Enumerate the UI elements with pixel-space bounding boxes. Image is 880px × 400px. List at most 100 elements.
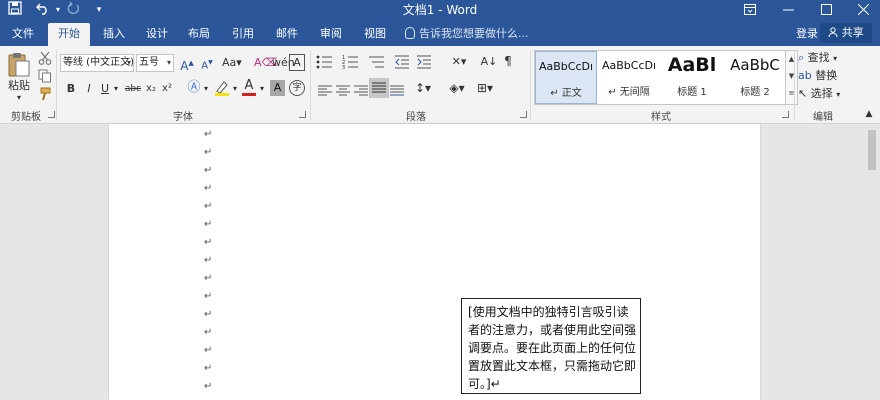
change-case-icon[interactable]: Aa▾ bbox=[222, 55, 242, 71]
style-normal[interactable]: AaBbCcDı ↵ 正文 bbox=[535, 51, 597, 104]
distributed-icon[interactable] bbox=[390, 82, 404, 101]
subscript-button[interactable]: x₂ bbox=[144, 81, 158, 97]
title-bar: ▾ ▾ 文档1 - Word bbox=[0, 0, 880, 20]
tab-design[interactable]: 设计 bbox=[136, 23, 178, 46]
close-icon[interactable] bbox=[848, 0, 878, 20]
tab-references[interactable]: 引用 bbox=[222, 23, 264, 46]
collapse-ribbon-icon[interactable]: ▲ bbox=[862, 106, 876, 122]
style-no-spacing[interactable]: AaBbCcDı ↵ 无间隔 bbox=[598, 51, 660, 104]
line-spacing-icon[interactable]: ↕▾ bbox=[412, 80, 434, 96]
increase-indent-icon[interactable] bbox=[416, 54, 432, 73]
style-heading-2[interactable]: AaBbC 标题 2 bbox=[724, 51, 786, 104]
more-styles-icon[interactable]: ≡ bbox=[786, 85, 797, 102]
italic-button[interactable]: I bbox=[82, 81, 96, 97]
ribbon-display-options-icon[interactable] bbox=[735, 0, 765, 20]
text-effects-dropdown-icon[interactable]: ▾ bbox=[202, 81, 210, 97]
tell-me-placeholder: 告诉我您想要做什么... bbox=[419, 27, 529, 40]
pull-quote-textbox[interactable]: [使用文档中的独特引言吸引读者的注意力，或者使用此空间强调要点。要在此页面上的任… bbox=[461, 298, 641, 394]
style-sample: AaBbCcDı bbox=[538, 60, 594, 73]
tab-home[interactable]: 开始 bbox=[48, 23, 90, 46]
chevron-down-icon: ▾ bbox=[833, 54, 838, 63]
strikethrough-button[interactable]: abc bbox=[124, 81, 142, 97]
style-sample: AaBbCcDı bbox=[601, 59, 657, 72]
style-heading-1[interactable]: AaBl 标题 1 bbox=[661, 51, 723, 104]
select-button[interactable]: ↖ 选择 ▾ bbox=[798, 86, 858, 103]
align-right-icon[interactable] bbox=[354, 82, 368, 101]
clear-formatting-icon[interactable]: A⌫ bbox=[254, 55, 277, 71]
paragraph-mark: ↵ bbox=[204, 255, 213, 266]
paste-dropdown-icon[interactable]: ▾ bbox=[12, 90, 26, 106]
enclose-characters-icon[interactable]: 字 bbox=[289, 80, 305, 96]
vertical-scrollbar[interactable] bbox=[864, 124, 880, 400]
paragraph-mark: ↵ bbox=[204, 219, 213, 230]
tab-review[interactable]: 审阅 bbox=[310, 23, 352, 46]
multilevel-list-icon[interactable] bbox=[368, 54, 386, 73]
cut-icon[interactable] bbox=[38, 50, 52, 69]
paragraph-group-label: 段落 bbox=[406, 112, 426, 123]
justify-icon[interactable] bbox=[369, 78, 389, 98]
copy-icon[interactable] bbox=[38, 68, 52, 87]
share-button[interactable]: 共享 bbox=[820, 23, 872, 43]
paragraph-dialog-launcher-icon[interactable] bbox=[520, 111, 527, 118]
group-divider bbox=[530, 50, 531, 120]
format-painter-icon[interactable] bbox=[38, 86, 52, 105]
minimize-icon[interactable] bbox=[773, 0, 803, 20]
paragraph-mark: ↵ bbox=[204, 201, 213, 212]
tab-file[interactable]: 文件 bbox=[0, 23, 46, 46]
styles-dialog-launcher-icon[interactable] bbox=[782, 111, 789, 118]
paragraph-mark: ↵ bbox=[204, 291, 213, 302]
paragraph-mark: ↵ bbox=[204, 273, 213, 284]
highlighter-icon[interactable] bbox=[214, 80, 230, 100]
pinyin-guide-icon[interactable]: wén bbox=[272, 55, 295, 71]
group-divider bbox=[794, 50, 795, 120]
font-color-icon[interactable]: A bbox=[242, 78, 256, 96]
underline-button[interactable]: U bbox=[98, 81, 112, 97]
tell-me-box[interactable]: 告诉我您想要做什么... bbox=[405, 23, 529, 45]
tab-mailings[interactable]: 邮件 bbox=[266, 23, 308, 46]
tab-view[interactable]: 视图 bbox=[354, 23, 396, 46]
align-center-icon[interactable] bbox=[336, 82, 350, 101]
editing-group-label: 编辑 bbox=[813, 112, 833, 123]
scroll-down-icon[interactable]: ▼ bbox=[786, 68, 797, 85]
styles-gallery-scroll[interactable]: ▲ ▼ ≡ bbox=[786, 50, 798, 105]
chinese-layout-icon[interactable]: ✕▾ bbox=[448, 54, 470, 70]
find-button[interactable]: ⌕ 查找 ▾ bbox=[798, 50, 858, 67]
replace-button[interactable]: ab 替换 bbox=[798, 68, 858, 84]
maximize-icon[interactable] bbox=[811, 0, 841, 20]
shading-icon[interactable]: ◈▾ bbox=[446, 80, 468, 96]
style-name: ↵ 正文 bbox=[550, 88, 582, 99]
paragraph-mark: ↵ bbox=[204, 309, 213, 320]
decrease-indent-icon[interactable] bbox=[394, 54, 410, 73]
document-page[interactable]: ↵ ↵ ↵ ↵ ↵ ↵ ↵ ↵ ↵ ↵ ↵ ↵ ↵ ↵ ↵ [使用文档中的独特引… bbox=[109, 124, 760, 400]
paragraph-mark: ↵ bbox=[204, 327, 213, 338]
sort-icon[interactable]: A↓ bbox=[480, 54, 498, 70]
bullets-icon[interactable] bbox=[316, 54, 334, 73]
font-dialog-launcher-icon[interactable] bbox=[299, 111, 306, 118]
shrink-font-icon[interactable]: A▼ bbox=[198, 55, 216, 74]
font-color-dropdown-icon[interactable]: ▾ bbox=[258, 81, 266, 97]
scroll-up-icon[interactable]: ▲ bbox=[786, 51, 797, 68]
tab-insert[interactable]: 插入 bbox=[92, 23, 136, 46]
character-border-icon[interactable]: A bbox=[289, 54, 305, 71]
character-shading-icon[interactable]: A bbox=[270, 80, 285, 96]
document-area: ↵ ↵ ↵ ↵ ↵ ↵ ↵ ↵ ↵ ↵ ↵ ↵ ↵ ↵ ↵ [使用文档中的独特引… bbox=[0, 124, 880, 400]
grow-font-icon[interactable]: A▲ bbox=[178, 55, 196, 74]
text-effects-icon[interactable]: Ⓐ bbox=[186, 80, 202, 96]
font-name-combo[interactable]: 等线 (中文正文) ▾ bbox=[60, 54, 134, 72]
underline-dropdown-icon[interactable]: ▾ bbox=[112, 81, 120, 97]
replace-label: 替换 bbox=[815, 69, 838, 82]
search-icon: ⌕ bbox=[798, 51, 805, 64]
show-formatting-marks-icon[interactable]: ¶ bbox=[500, 53, 516, 69]
sign-in-link[interactable]: 登录 bbox=[796, 23, 818, 44]
bold-button[interactable]: B bbox=[64, 81, 78, 97]
numbering-icon[interactable]: 123 bbox=[342, 54, 360, 73]
scrollbar-thumb[interactable] bbox=[868, 130, 876, 170]
paragraph-mark: ↵ bbox=[204, 129, 213, 140]
borders-icon[interactable]: ⊞▾ bbox=[474, 80, 496, 96]
clipboard-dialog-launcher-icon[interactable] bbox=[48, 111, 55, 118]
align-left-icon[interactable] bbox=[318, 82, 332, 101]
superscript-button[interactable]: x² bbox=[160, 81, 174, 97]
font-size-combo[interactable]: 五号 ▾ bbox=[136, 54, 174, 72]
tab-layout[interactable]: 布局 bbox=[178, 23, 220, 46]
highlighter-dropdown-icon[interactable]: ▾ bbox=[231, 81, 239, 97]
